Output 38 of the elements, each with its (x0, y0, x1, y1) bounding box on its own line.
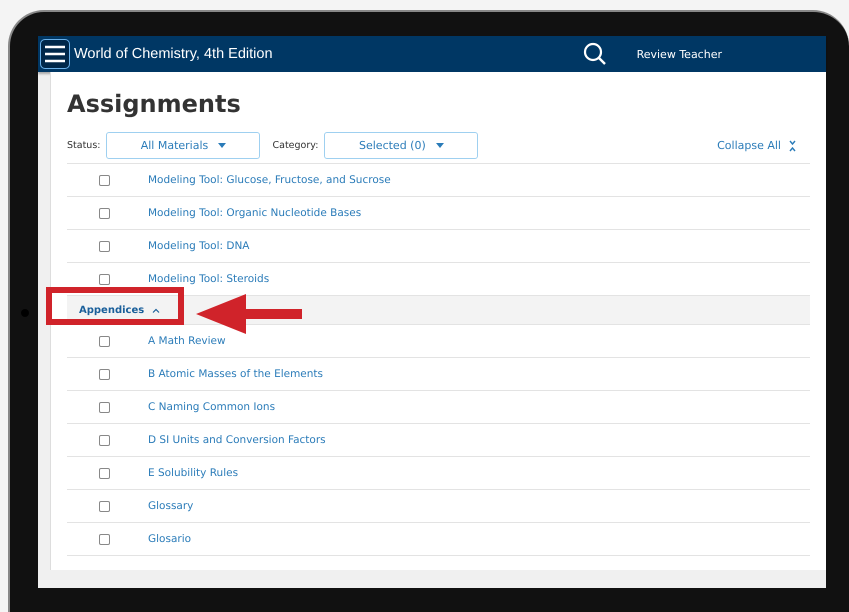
assignment-link[interactable]: E Solubility Rules (148, 467, 238, 479)
menu-button[interactable] (40, 39, 70, 69)
checkbox[interactable] (99, 468, 110, 478)
checkbox[interactable] (99, 402, 110, 412)
collapse-all-button[interactable]: Collapse All (717, 139, 796, 152)
assignment-link[interactable]: Glossary (148, 500, 194, 512)
checkbox[interactable] (99, 174, 110, 186)
assignment-link[interactable]: Modeling Tool: Organic Nucleotide Bases (148, 207, 362, 219)
user-name[interactable]: Review Teacher (636, 48, 722, 60)
search-icon[interactable] (582, 42, 607, 66)
checkbox[interactable] (99, 534, 110, 544)
category-label: Category: (272, 140, 318, 151)
checkbox[interactable] (99, 500, 110, 512)
checkbox[interactable] (99, 208, 110, 218)
assignment-link[interactable]: Modeling Tool: Steroids (148, 273, 270, 285)
checkbox[interactable] (99, 240, 110, 252)
status-dropdown[interactable]: All Materials (106, 132, 260, 159)
assignment-link[interactable]: D SI Units and Conversion Factors (148, 434, 326, 446)
checkbox[interactable] (99, 336, 110, 346)
page-title: Assignments (67, 90, 242, 118)
status-label: Status: (67, 140, 100, 151)
checkbox[interactable] (99, 368, 110, 380)
checkbox[interactable] (99, 274, 110, 284)
category-dropdown[interactable]: Selected (0) (324, 132, 478, 159)
assignment-link[interactable]: B Atomic Masses of the Elements (148, 368, 324, 380)
section-toggle[interactable]: Appendices (79, 304, 160, 316)
checkbox[interactable] (99, 434, 110, 446)
assignment-link[interactable]: A Math Review (148, 335, 226, 347)
assignment-link[interactable]: Modeling Tool: DNA (148, 240, 250, 252)
assignment-link[interactable]: Glosario (148, 533, 192, 545)
chevron-icon (152, 308, 160, 312)
book-title: World of Chemistry, 4th Edition (74, 46, 274, 62)
collapse-chevrons-icon (789, 140, 796, 152)
menu-icon (44, 45, 66, 63)
caret-icon (436, 143, 444, 148)
assignment-link[interactable]: Modeling Tool: Glucose, Fructose, and Sucrose (148, 174, 391, 186)
assignment-link[interactable]: C Naming Common Ions (148, 401, 276, 413)
caret-icon (218, 143, 226, 148)
